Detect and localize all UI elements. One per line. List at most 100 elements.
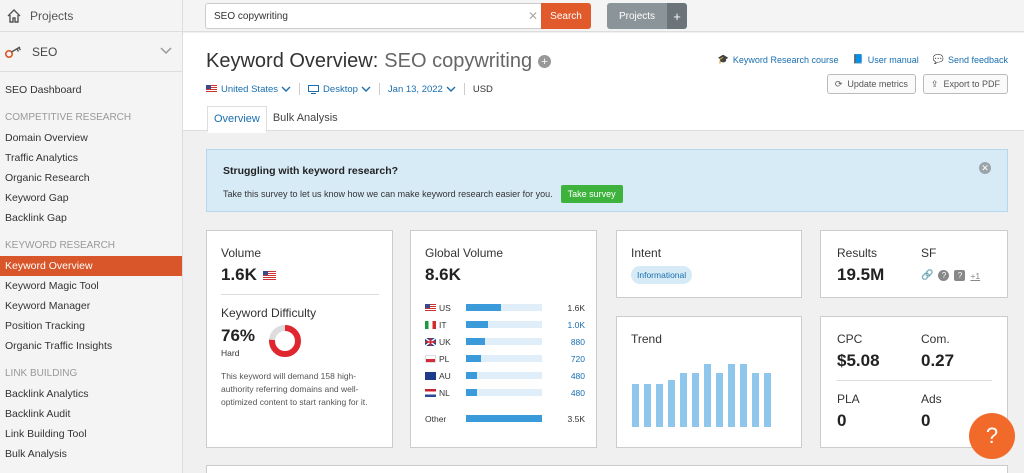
country-value[interactable]: 880 bbox=[545, 337, 585, 347]
sidebar-projects[interactable]: Projects bbox=[0, 0, 182, 32]
country-row-us: US 1.6K bbox=[425, 299, 585, 316]
country-value[interactable]: 1.0K bbox=[545, 320, 586, 330]
country-bar bbox=[466, 321, 542, 328]
sidebar-heading-keyword-research: KEYWORD RESEARCH bbox=[5, 240, 116, 251]
sidebar-item-domain-overview[interactable]: Domain Overview bbox=[0, 128, 182, 148]
link-icon: 🔗 bbox=[921, 270, 934, 281]
country-code: NL bbox=[439, 387, 450, 398]
country-row-pl: PL 720 bbox=[425, 350, 585, 367]
country-row-au: AU 480 bbox=[425, 367, 585, 384]
sidebar-item-position-tracking[interactable]: Position Tracking bbox=[0, 316, 182, 336]
competition-label: Com. bbox=[921, 332, 950, 346]
keyword-difficulty-gauge bbox=[269, 325, 301, 357]
send-feedback-link[interactable]: 💬 Send feedback bbox=[933, 54, 1008, 65]
country-bar-fill bbox=[466, 389, 478, 396]
sidebar-item-keyword-magic-tool[interactable]: Keyword Magic Tool bbox=[0, 276, 182, 296]
trend-chart bbox=[632, 357, 790, 427]
country-bar bbox=[466, 415, 542, 422]
add-project-button[interactable]: + bbox=[667, 3, 687, 29]
chevron-down-icon[interactable] bbox=[160, 44, 172, 58]
pla-value: 0 bbox=[837, 411, 847, 430]
help-button[interactable]: ? bbox=[969, 413, 1015, 459]
sidebar-item-link-building-tool[interactable]: Link Building Tool bbox=[0, 424, 182, 444]
volume-number: 1.6K bbox=[221, 265, 257, 284]
divider bbox=[837, 380, 992, 381]
country-code: AU bbox=[439, 370, 451, 381]
sidebar-item-organic-traffic-insights[interactable]: Organic Traffic Insights bbox=[0, 336, 182, 356]
faq-icon: ? bbox=[954, 270, 966, 281]
sidebar-item-keyword-overview[interactable]: Keyword Overview bbox=[0, 256, 182, 276]
results-label: Results bbox=[837, 246, 878, 260]
country-bar-fill bbox=[466, 415, 542, 422]
tab-bulk-analysis[interactable]: Bulk Analysis bbox=[267, 106, 344, 133]
filters-bar: United States Desktop Jan 13, 2022 USD bbox=[206, 83, 493, 95]
ads-value: 0 bbox=[921, 411, 931, 430]
export-pdf-button[interactable]: ⇪ Export to PDF bbox=[922, 74, 1008, 94]
tabs: Overview Bulk Analysis bbox=[207, 106, 344, 133]
country-row-other: Other 3.5K bbox=[425, 410, 585, 427]
keyword-difficulty-text: This keyword will demand 158 high-author… bbox=[221, 371, 368, 407]
chat-bubble-icon: 💬 bbox=[932, 54, 944, 64]
sidebar-item-backlink-analytics[interactable]: Backlink Analytics bbox=[0, 384, 182, 404]
banner-title: Struggling with keyword research? bbox=[223, 165, 399, 177]
update-metrics-button[interactable]: ⟳ Update metrics bbox=[826, 74, 916, 94]
results-value: 19.5M bbox=[837, 265, 885, 284]
seo-key-icon bbox=[4, 44, 26, 60]
sidebar-item-keyword-manager[interactable]: Keyword Manager bbox=[0, 296, 182, 316]
country-code: US bbox=[439, 302, 451, 313]
projects-button[interactable]: Projects bbox=[607, 3, 667, 29]
clear-icon[interactable]: ✕ bbox=[525, 9, 541, 23]
sidebar-item-traffic-analytics[interactable]: Traffic Analytics bbox=[0, 148, 182, 168]
keyword-difficulty-level: Hard bbox=[221, 348, 240, 358]
sidebar-item-organic-research[interactable]: Organic Research bbox=[0, 168, 182, 188]
add-keyword-icon[interactable]: + bbox=[538, 55, 552, 68]
trend-bar bbox=[632, 383, 639, 427]
keyword-research-course-link[interactable]: 🎓 Keyword Research course bbox=[718, 54, 839, 65]
cpc-label: CPC bbox=[837, 332, 863, 346]
refresh-icon: ⟳ bbox=[834, 78, 843, 89]
sidebar-heading-link-building: LINK BUILDING bbox=[5, 368, 78, 379]
country-row-nl: NL 480 bbox=[425, 384, 585, 401]
search-button[interactable]: Search bbox=[541, 3, 591, 29]
search-input[interactable] bbox=[206, 10, 525, 22]
sidebar-item-keyword-gap[interactable]: Keyword Gap bbox=[0, 188, 182, 208]
sidebar-item-backlink-gap[interactable]: Backlink Gap bbox=[0, 208, 182, 228]
next-card bbox=[206, 465, 1008, 473]
sf-more-link[interactable]: +1 bbox=[970, 271, 980, 281]
country-value[interactable]: 720 bbox=[545, 354, 585, 364]
volume-card: Volume 1.6K Keyword Difficulty 76% Hard … bbox=[206, 230, 393, 448]
other-value: 3.5K bbox=[567, 413, 586, 424]
pla-label: PLA bbox=[837, 392, 860, 406]
country-bar bbox=[466, 355, 542, 362]
sidebar-heading-competitive: COMPETITIVE RESEARCH bbox=[5, 112, 132, 123]
country-value[interactable]: 480 bbox=[545, 388, 585, 398]
sidebar-item-backlink-audit[interactable]: Backlink Audit bbox=[0, 404, 182, 424]
sidebar-item-seo-dashboard[interactable]: SEO Dashboard bbox=[0, 80, 182, 100]
uk-flag-icon bbox=[425, 337, 436, 346]
sidebar-projects-label: Projects bbox=[30, 8, 74, 23]
trend-bar bbox=[704, 364, 711, 427]
send-feedback-label: Send feedback bbox=[947, 54, 1008, 65]
date-filter[interactable]: Jan 13, 2022 bbox=[388, 84, 456, 95]
device-filter[interactable]: Desktop bbox=[308, 84, 371, 95]
tab-overview[interactable]: Overview bbox=[207, 106, 267, 133]
trend-bar bbox=[680, 373, 687, 427]
close-icon[interactable]: ✕ bbox=[979, 162, 991, 174]
country-filter[interactable]: United States bbox=[206, 84, 291, 95]
take-survey-button[interactable]: Take survey bbox=[560, 185, 623, 203]
country-bar-fill bbox=[466, 355, 481, 362]
us-flag-icon bbox=[262, 270, 276, 280]
country-value[interactable]: 480 bbox=[545, 371, 585, 381]
trend-bar bbox=[728, 364, 735, 427]
intent-label: Intent bbox=[631, 246, 662, 260]
country-code: PL bbox=[439, 353, 450, 364]
sidebar-item-bulk-analysis[interactable]: Bulk Analysis bbox=[0, 444, 182, 464]
sidebar-seo-section[interactable]: SEO bbox=[0, 32, 182, 72]
home-icon bbox=[6, 8, 22, 24]
country-bar bbox=[466, 338, 542, 345]
user-manual-link[interactable]: 📘 User manual bbox=[852, 54, 918, 65]
currency-label: USD bbox=[472, 83, 493, 95]
banner-text-row: Take this survey to let us know how we c… bbox=[223, 185, 623, 203]
it-flag-icon bbox=[425, 320, 436, 329]
keyword-difficulty-label: Keyword Difficulty bbox=[221, 306, 317, 320]
